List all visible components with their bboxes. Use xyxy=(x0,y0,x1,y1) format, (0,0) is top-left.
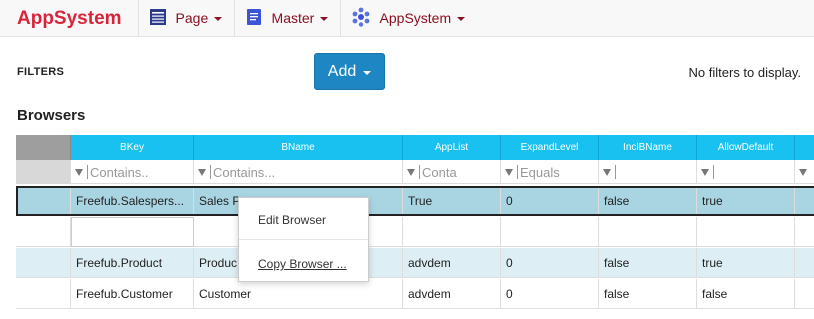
filter-icon[interactable] xyxy=(407,168,415,176)
column-header-applist[interactable]: AppList xyxy=(403,135,501,160)
filter-input-applist[interactable]: Conta xyxy=(422,165,457,180)
filter-cell-inclbname[interactable] xyxy=(599,160,697,184)
cell-inclbname[interactable]: false xyxy=(599,248,697,278)
filter-cell-extra[interactable] xyxy=(795,160,814,184)
filter-cell-applist[interactable]: Conta xyxy=(403,160,501,184)
grid-header-row: BKey BName AppList ExpandLevel InclBName… xyxy=(16,135,814,160)
filter-icon[interactable] xyxy=(198,168,206,176)
nav-page-menu[interactable]: Page xyxy=(139,0,235,37)
nav-master-menu[interactable]: Master xyxy=(235,0,341,37)
cell-bkey[interactable] xyxy=(71,217,194,247)
column-header-bname[interactable]: BName xyxy=(194,135,403,160)
nav-page-label: Page xyxy=(175,10,209,26)
master-doc-icon xyxy=(245,8,263,29)
cell-expandlevel[interactable]: 0 xyxy=(501,188,599,214)
add-button[interactable]: Add xyxy=(314,53,385,90)
section-title: Browsers xyxy=(17,107,86,124)
table-row[interactable]: Freefub.Salespers... Sales P True 0 fals… xyxy=(16,186,814,216)
brand-logo[interactable]: AppSystem xyxy=(0,0,139,37)
table-row[interactable] xyxy=(16,217,814,247)
row-header-cell[interactable] xyxy=(16,248,71,278)
grid-filter-row: Contains.. Contains... Conta Equals xyxy=(16,160,814,184)
filters-heading: FILTERS xyxy=(17,66,65,78)
add-button-label: Add xyxy=(327,62,357,80)
context-menu: Edit Browser Copy Browser ... xyxy=(238,197,369,282)
top-navbar: AppSystem Page Master AppSystem xyxy=(0,0,814,37)
cell-allowdefault[interactable]: true xyxy=(697,188,795,214)
grid-corner-cell[interactable] xyxy=(16,135,71,160)
nav-appsystem-menu[interactable]: AppSystem xyxy=(341,0,471,37)
chevron-down-icon xyxy=(457,17,466,21)
filter-corner-cell xyxy=(16,160,71,184)
column-header-bkey[interactable]: BKey xyxy=(71,135,194,160)
browsers-grid: BKey BName AppList ExpandLevel InclBName… xyxy=(16,135,814,319)
column-header-inclbname[interactable]: InclBName xyxy=(599,135,697,160)
chevron-down-icon xyxy=(363,70,372,75)
cell-expandlevel[interactable]: 0 xyxy=(501,248,599,278)
cell-expandlevel[interactable]: 0 xyxy=(501,279,599,309)
chevron-down-icon xyxy=(214,17,223,21)
column-header-extra[interactable] xyxy=(795,135,814,160)
row-header-cell[interactable] xyxy=(18,188,71,214)
cell-applist[interactable]: True xyxy=(403,188,501,214)
filter-input-bkey[interactable]: Contains.. xyxy=(90,165,149,180)
filter-icon[interactable] xyxy=(505,168,513,176)
cell-applist[interactable] xyxy=(403,217,501,247)
row-header-cell[interactable] xyxy=(16,217,71,247)
cell-bkey[interactable]: Freefub.Product xyxy=(71,248,194,278)
filter-cell-bkey[interactable]: Contains.. xyxy=(71,160,194,184)
context-menu-edit-browser[interactable]: Edit Browser xyxy=(239,202,368,238)
filter-icon[interactable] xyxy=(701,168,709,176)
cell-inclbname[interactable]: false xyxy=(599,188,697,214)
filter-input-expandlevel[interactable]: Equals xyxy=(520,165,560,180)
cell-bname[interactable]: Customer xyxy=(194,279,403,309)
column-header-expandlevel[interactable]: ExpandLevel xyxy=(501,135,599,160)
row-header-cell[interactable] xyxy=(16,279,71,309)
cell-bkey[interactable]: Freefub.Customer xyxy=(71,279,194,309)
filter-input-bname[interactable]: Contains... xyxy=(213,165,275,180)
filter-cell-allowdefault[interactable] xyxy=(697,160,795,184)
table-row[interactable]: Freefub.Product Produc advdem 0 false tr… xyxy=(16,248,814,278)
cell-allowdefault[interactable] xyxy=(697,217,795,247)
filter-icon[interactable] xyxy=(799,168,807,176)
filter-cell-expandlevel[interactable]: Equals xyxy=(501,160,599,184)
cell-allowdefault[interactable]: true xyxy=(697,248,795,278)
no-filters-message: No filters to display. xyxy=(688,65,801,80)
nav-master-label: Master xyxy=(271,10,315,26)
cell-inclbname[interactable] xyxy=(599,217,697,247)
context-menu-copy-browser[interactable]: Copy Browser ... xyxy=(239,246,368,282)
cell-allowdefault[interactable]: false xyxy=(697,279,795,309)
filter-icon[interactable] xyxy=(603,168,611,176)
filter-cell-bname[interactable]: Contains... xyxy=(194,160,403,184)
table-row[interactable]: Freefub.Customer Customer advdem 0 false… xyxy=(16,279,814,309)
cell-bkey[interactable]: Freefub.Salespers... xyxy=(71,188,194,214)
cell-applist[interactable]: advdem xyxy=(403,248,501,278)
chevron-down-icon xyxy=(320,17,329,21)
column-header-allowdefault[interactable]: AllowDefault xyxy=(697,135,795,160)
nav-appsystem-label: AppSystem xyxy=(379,10,452,26)
appsystem-network-icon xyxy=(351,7,371,30)
context-menu-divider xyxy=(239,239,368,240)
cell-inclbname[interactable]: false xyxy=(599,279,697,309)
page-grid-icon xyxy=(149,8,167,29)
filter-icon[interactable] xyxy=(75,168,83,176)
cell-expandlevel[interactable] xyxy=(501,217,599,247)
cell-applist[interactable]: advdem xyxy=(403,279,501,309)
